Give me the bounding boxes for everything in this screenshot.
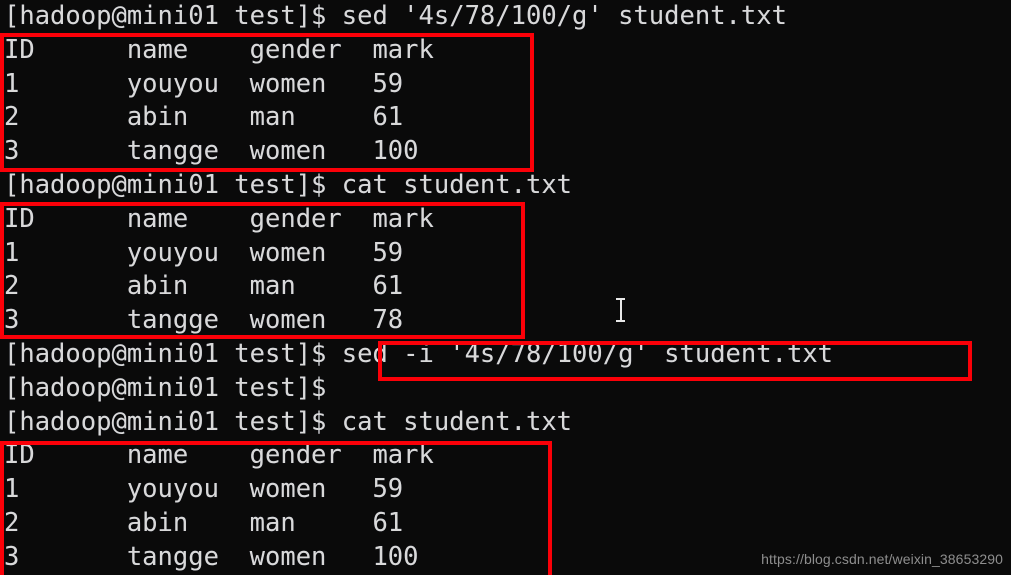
terminal-line-table-row: 2 abin man 61 xyxy=(4,508,404,538)
terminal-line-command: [hadoop@mini01 test]$ sed '4s/78/100/g' … xyxy=(4,1,787,31)
terminal-line-table-header: ID name gender mark xyxy=(4,34,434,65)
terminal-line-table-row: 1 youyou women 59 xyxy=(4,474,404,505)
terminal-text-output[interactable]: [hadoop@mini01 test]$ sed '4s/78/100/g' … xyxy=(0,0,1011,575)
terminal-line-table-row: 3 tangge women 100 xyxy=(4,136,419,167)
terminal-line-prompt: [hadoop@mini01 test]$ xyxy=(4,372,327,403)
terminal-line-table-row: 2 abin man 61 xyxy=(4,102,404,133)
terminal-line-table-header: ID name gender mark xyxy=(4,203,434,234)
terminal-line-command: [hadoop@mini01 test]$ sed -i '4s/78/100/… xyxy=(4,339,834,369)
watermark-url: https://blog.csdn.net/weixin_38653290 xyxy=(761,551,1003,567)
terminal-line-command: [hadoop@mini01 test]$ cat student.txt xyxy=(4,406,573,437)
terminal-line-table-row: 1 youyou women 59 xyxy=(4,237,404,268)
terminal-line-table-row: 1 youyou women 59 xyxy=(4,68,404,99)
terminal-line-table-row: 3 tangge women 78 xyxy=(4,305,404,336)
terminal-line-table-row: 3 tangge women 100 xyxy=(4,541,419,572)
terminal-line-table-row: 2 abin man 61 xyxy=(4,271,404,302)
terminal-line-command: [hadoop@mini01 test]$ cat student.txt xyxy=(4,170,573,200)
terminal-line-table-header: ID name gender mark xyxy=(4,440,434,471)
terminal-window[interactable]: [hadoop@mini01 test]$ sed '4s/78/100/g' … xyxy=(0,0,1011,575)
